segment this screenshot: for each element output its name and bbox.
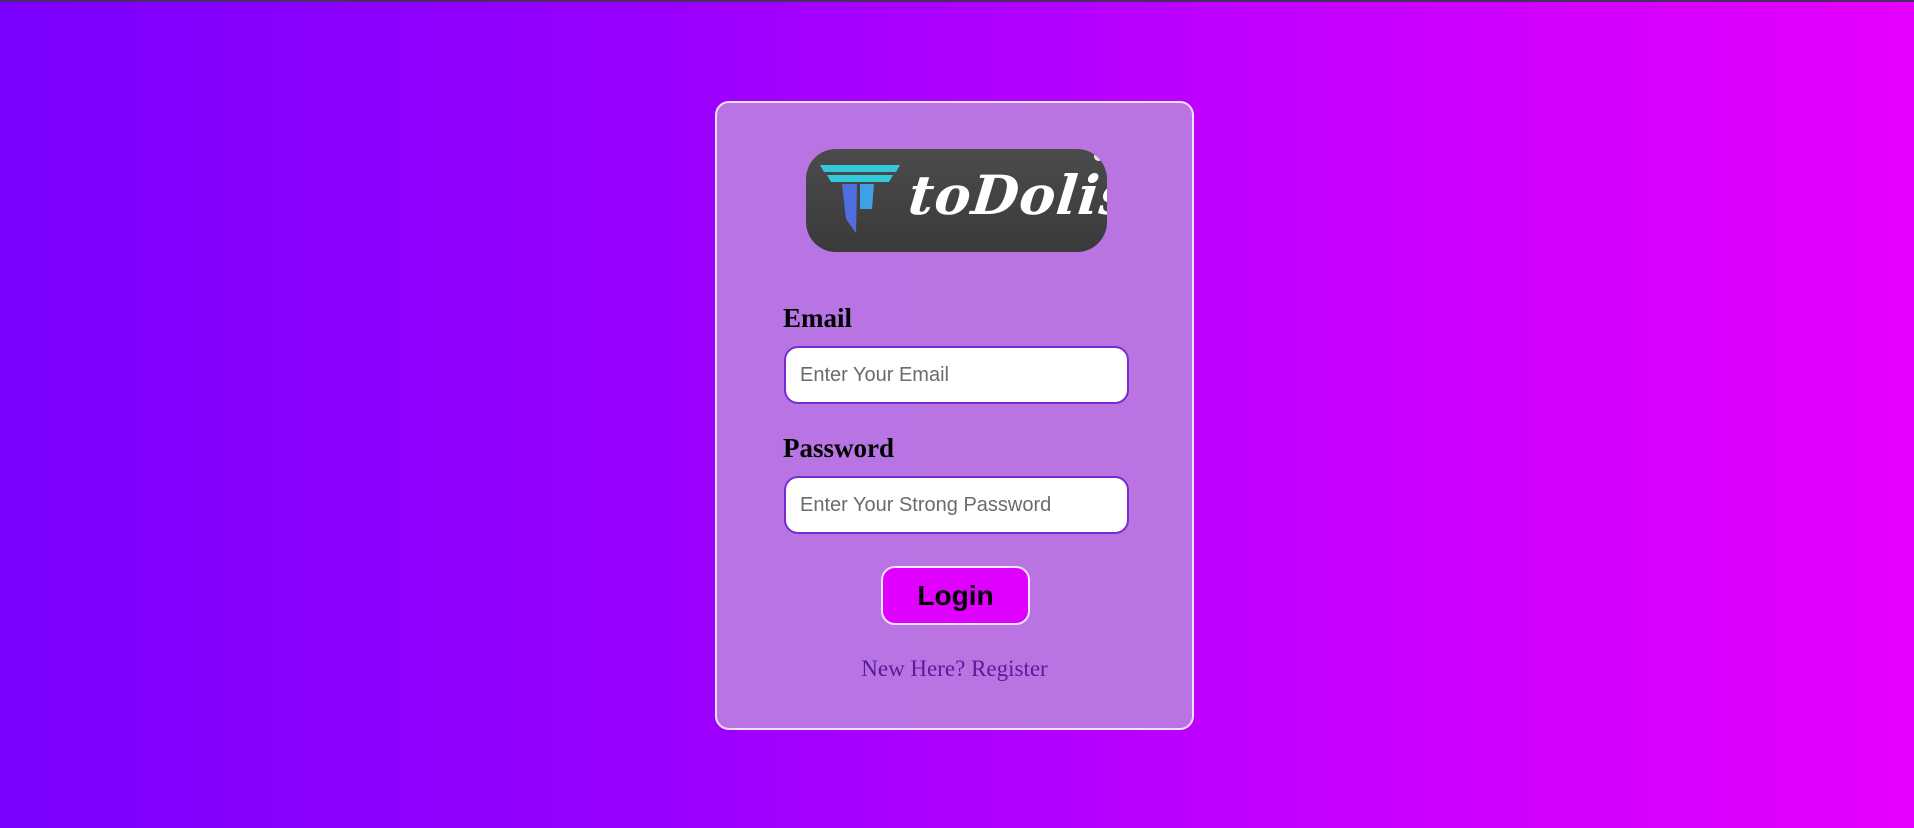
- app-logo: toDolist: [806, 149, 1107, 252]
- todolist-t-logo-icon: [820, 165, 900, 233]
- register-link[interactable]: New Here? Register: [717, 656, 1192, 682]
- password-label: Password: [783, 433, 895, 463]
- email-label: Email: [783, 303, 853, 333]
- password-input[interactable]: [784, 476, 1129, 534]
- login-card: toDolist Email Password Login New Here? …: [715, 101, 1194, 730]
- logo-dot: [1094, 152, 1103, 161]
- top-border-line: [0, 0, 1914, 2]
- login-button[interactable]: Login: [881, 566, 1030, 625]
- email-input[interactable]: [784, 346, 1129, 404]
- logo-text: toDolist: [905, 163, 1107, 227]
